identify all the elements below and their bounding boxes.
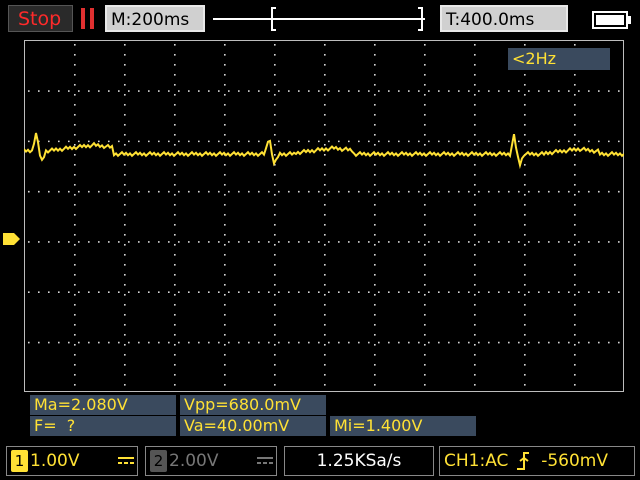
measure-average: Va=40.00mV [180, 416, 326, 436]
ch2-scale-button[interactable]: 2 2.00V [145, 446, 277, 476]
trigger-settings-button[interactable]: CH1:AC -560mV [439, 446, 635, 476]
memory-position-bar[interactable] [210, 5, 430, 32]
ch1-scale-value: 1.00V [30, 451, 80, 471]
sample-rate-readout: 1.25KSa/s [284, 446, 434, 476]
ch1-ground-marker-icon[interactable] [3, 231, 21, 247]
ch1-scale-button[interactable]: 1 1.00V [6, 446, 138, 476]
trigger-level: -560mV [541, 451, 608, 471]
ch1-badge: 1 [11, 450, 28, 472]
battery-icon [592, 11, 631, 29]
trigger-source: CH1:AC [444, 451, 509, 471]
ch2-scale-value: 2.00V [169, 451, 219, 471]
pause-icon [78, 5, 100, 32]
measure-min: Mi=1.400V [330, 416, 476, 436]
timebase-readout[interactable]: M:200ms [105, 5, 205, 32]
measure-max: Ma=2.080V [30, 395, 176, 415]
ch1-trace [24, 132, 624, 170]
trigger-time-readout[interactable]: T:400.0ms [440, 5, 568, 32]
measure-frequency: F= ? [30, 416, 176, 436]
dc-coupling-icon [118, 457, 134, 464]
frequency-readout: <2Hz [508, 48, 610, 70]
ch2-badge: 2 [150, 450, 167, 472]
stop-button[interactable]: Stop [8, 5, 73, 32]
grid-dots [28, 44, 620, 386]
falling-edge-icon [516, 452, 529, 470]
waveform-display[interactable] [24, 40, 624, 392]
ch2-dc-coupling-icon [257, 457, 273, 464]
measure-vpp: Vpp=680.0mV [180, 395, 326, 415]
